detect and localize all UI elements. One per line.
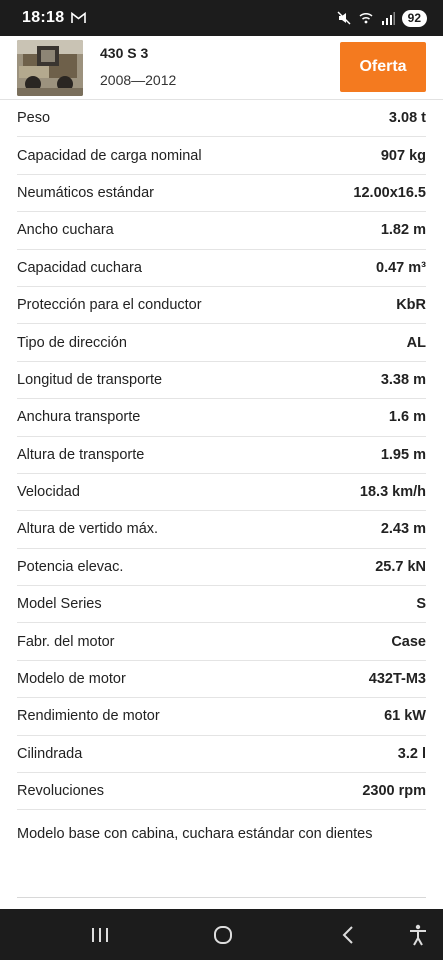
- machine-description: Modelo base con cabina, cuchara estándar…: [17, 826, 373, 842]
- home-button[interactable]: [193, 909, 253, 960]
- spec-value: 18.3 km/h: [359, 484, 426, 501]
- navigation-bar: [0, 909, 443, 960]
- spec-label: Velocidad: [17, 484, 80, 501]
- spec-row: Longitud de transporte 3.38 m: [17, 362, 426, 400]
- accessibility-icon: [408, 924, 428, 946]
- spec-value: 0.47 m³: [376, 259, 426, 276]
- spec-row: Peso 3.08 t: [17, 100, 426, 138]
- recent-apps-icon: [91, 927, 109, 943]
- signal-icon: [381, 11, 395, 25]
- back-icon: [341, 925, 355, 945]
- spec-value: 1.95 m: [380, 446, 426, 463]
- gmail-icon: [71, 12, 87, 24]
- status-right: 92: [337, 9, 427, 27]
- spec-label: Longitud de transporte: [17, 371, 163, 388]
- spec-value: KbR: [396, 297, 426, 314]
- spec-table: Peso 3.08 t Capacidad de carga nominal 907 …: [0, 100, 443, 811]
- status-time: 18:18: [22, 9, 65, 26]
- spec-value: S: [416, 596, 426, 613]
- spec-row: Capacidad de carga nominal 907 kg: [17, 137, 426, 175]
- spec-value: 2.43 m: [380, 521, 426, 538]
- spec-label: Model Series: [17, 596, 102, 613]
- spec-row: Velocidad 18.3 km/h: [17, 474, 426, 512]
- spec-row: Ancho cuchara 1.82 m: [17, 212, 426, 250]
- spec-row: Protección para el conductor KbR: [17, 287, 426, 325]
- spec-value: 3.38 m: [380, 371, 426, 388]
- spec-row: Altura de transporte 1.95 m: [17, 437, 426, 474]
- spec-label: Peso: [17, 110, 51, 127]
- spec-value: 3.08 t: [388, 110, 426, 127]
- spec-label: Modelo de motor: [17, 671, 126, 688]
- spec-label: Fabr. del motor: [17, 633, 115, 650]
- spec-row: Model Series S: [17, 586, 426, 624]
- spec-value: 12.00x16.5: [353, 184, 426, 201]
- machine-thumbnail[interactable]: [17, 40, 83, 96]
- wifi-icon: [358, 11, 374, 25]
- model-name: 430 S 3: [100, 45, 149, 61]
- spec-label: Altura de transporte: [17, 446, 145, 463]
- spec-row: Altura de vertido máx. 2.43 m: [17, 511, 426, 549]
- spec-value: 2300 rpm: [362, 783, 426, 800]
- recent-apps-button[interactable]: [70, 909, 130, 960]
- back-button[interactable]: [318, 909, 378, 960]
- status-left: 18:18: [22, 9, 87, 27]
- machine-header: 430 S 3 2008—2012 Oferta: [0, 36, 443, 100]
- accessibility-button[interactable]: [388, 909, 443, 960]
- spec-label: Tipo de dirección: [17, 334, 127, 351]
- spec-label: Ancho cuchara: [17, 222, 114, 239]
- spec-row: Neumáticos estándar 12.00x16.5: [17, 175, 426, 213]
- battery-icon: 92: [401, 9, 427, 27]
- spec-row: Capacidad cuchara 0.47 m³: [17, 250, 426, 287]
- spec-label: Potencia elevac.: [17, 558, 124, 575]
- spec-value: 61 kW: [384, 708, 426, 725]
- home-icon: [213, 925, 233, 945]
- spec-label: Revoluciones: [17, 783, 105, 800]
- spec-row: Potencia elevac. 25.7 kN: [17, 549, 426, 587]
- spec-row: Tipo de dirección AL: [17, 324, 426, 362]
- spec-label: Anchura transporte: [17, 409, 141, 426]
- divider: [17, 897, 426, 898]
- spec-value: 1.82 m: [380, 222, 426, 239]
- model-years: 2008—2012: [100, 72, 177, 88]
- spec-row: Revoluciones 2300 rpm: [17, 773, 426, 811]
- spec-row: Fabr. del motor Case: [17, 623, 426, 661]
- spec-row: Anchura transporte 1.6 m: [17, 399, 426, 437]
- status-bar: 18:18 92: [0, 0, 443, 36]
- spec-row: Modelo de motor 432T-M3: [17, 661, 426, 699]
- spec-label: Altura de vertido máx.: [17, 521, 159, 538]
- spec-value: 432T-M3: [368, 671, 426, 688]
- spec-value: 1.6 m: [388, 409, 426, 426]
- spec-label: Neumáticos estándar: [17, 184, 155, 201]
- spec-label: Protección para el conductor: [17, 297, 202, 314]
- spec-value: 25.7 kN: [375, 558, 426, 575]
- spec-value: AL: [406, 334, 426, 351]
- spec-value: 3.2 l: [397, 745, 426, 762]
- spec-label: Capacidad cuchara: [17, 259, 142, 276]
- spec-label: Capacidad de carga nominal: [17, 147, 202, 164]
- spec-row: Rendimiento de motor 61 kW: [17, 698, 426, 736]
- spec-label: Cilindrada: [17, 745, 83, 762]
- spec-label: Rendimiento de motor: [17, 708, 160, 725]
- spec-value: 907 kg: [380, 147, 426, 164]
- spec-row: Cilindrada 3.2 l: [17, 736, 426, 774]
- spec-value: Case: [391, 633, 426, 650]
- offer-button[interactable]: Oferta: [340, 42, 426, 92]
- mute-icon: [337, 11, 351, 25]
